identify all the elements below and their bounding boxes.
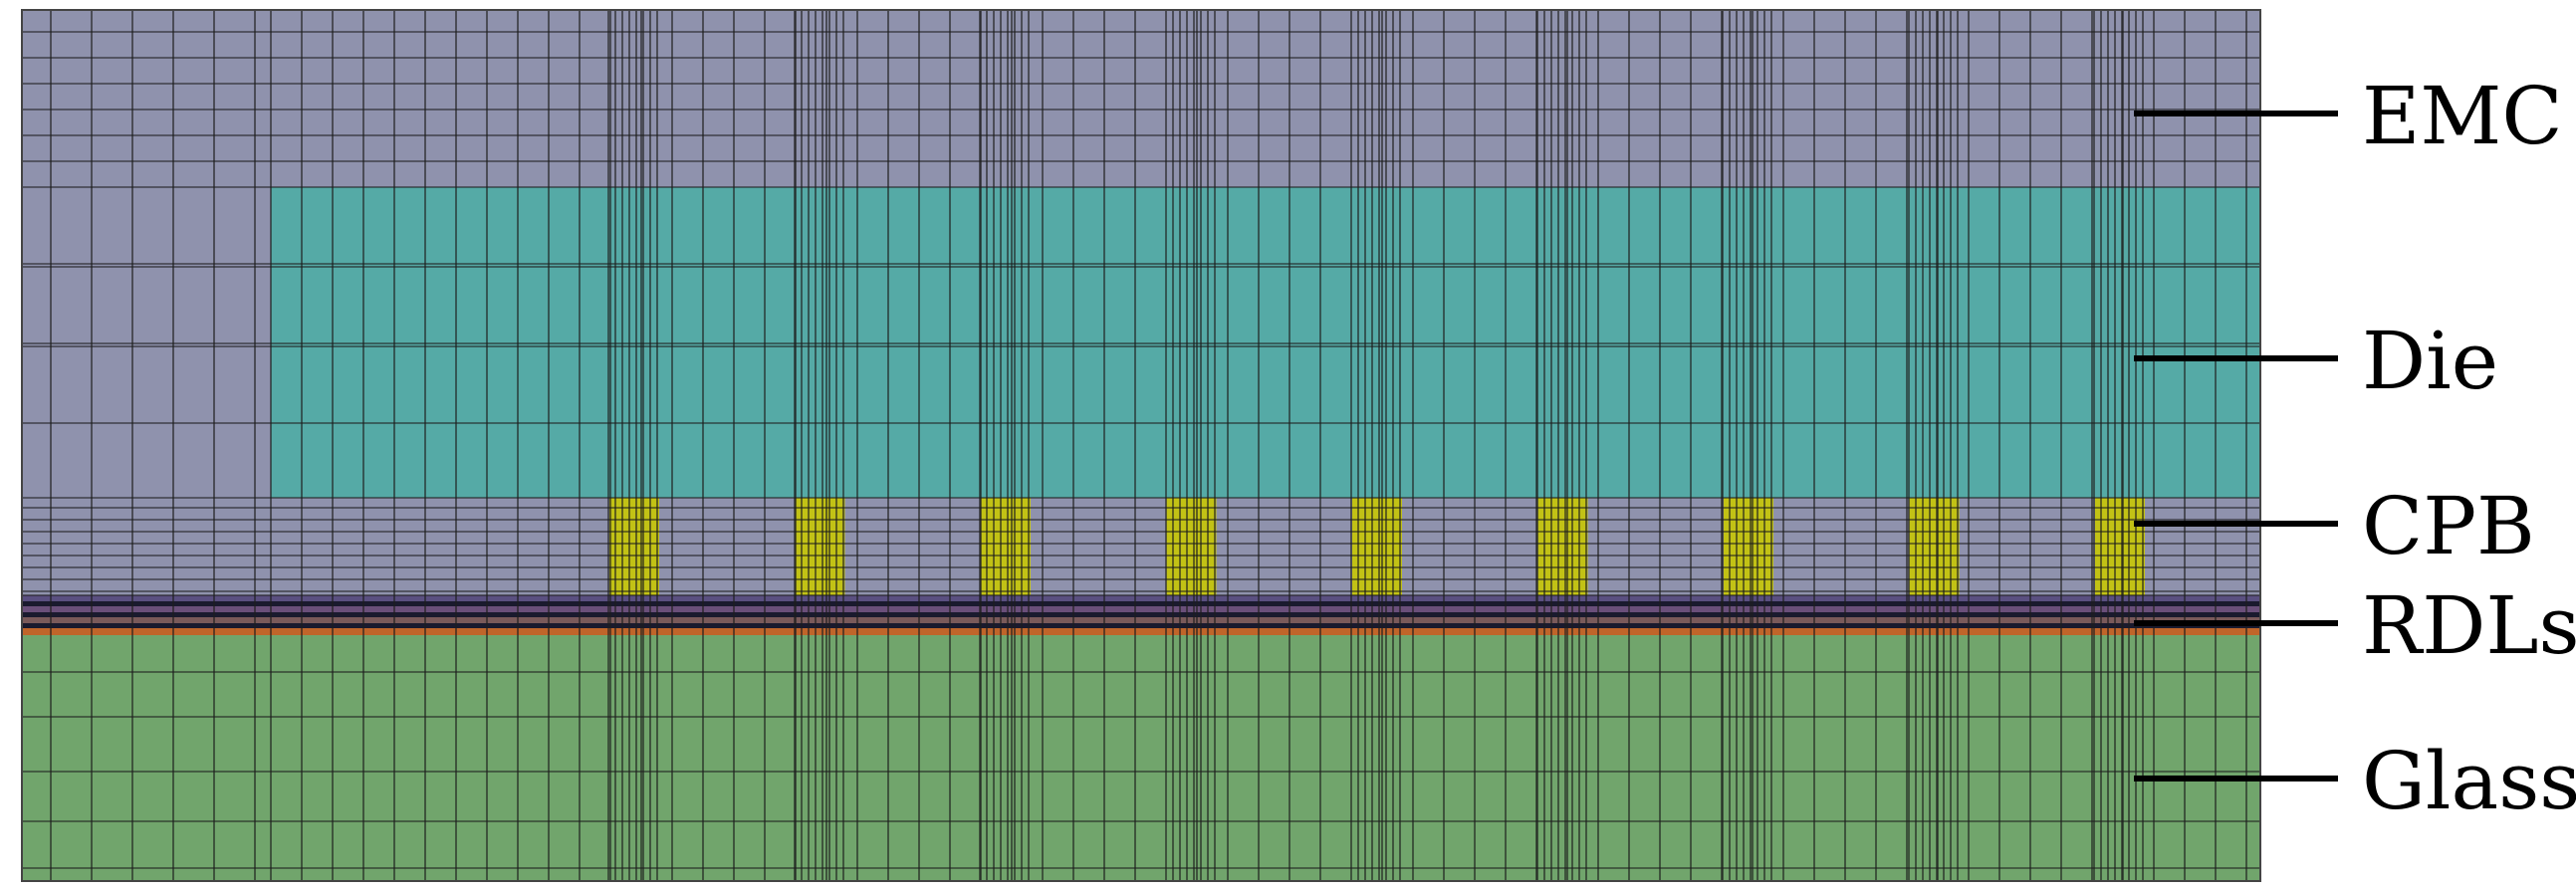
rdl-layer (22, 612, 2260, 617)
die-label: Die (2362, 315, 2498, 407)
cpb-bump (981, 498, 1031, 595)
cpb-bump (1724, 498, 1773, 595)
rdl-layer (22, 628, 2260, 635)
cpb-bump (1166, 498, 1217, 595)
cpb-bump (1352, 498, 1402, 595)
emc-side-region (22, 187, 271, 498)
cpb-bump (2095, 498, 2145, 595)
rdls-label: RDLs (2362, 579, 2576, 672)
rdl-layer (22, 606, 2260, 612)
emc-label: EMC (2362, 70, 2563, 162)
cpb-bump (795, 498, 845, 595)
cpb-label: CPB (2362, 480, 2535, 572)
rdl-layer (22, 595, 2260, 601)
cpb-bump (1537, 498, 1588, 595)
package-cross-section-diagram: EMC Die CPB RDLs Glass (21, 9, 2576, 882)
glass-label: Glass (2362, 735, 2576, 827)
rdl-layer (22, 601, 2260, 606)
cpb-bump (609, 498, 659, 595)
cpb-bumps (609, 498, 2145, 595)
cpb-bump (1909, 498, 1960, 595)
rdl-layer (22, 617, 2260, 623)
rdl-layer (22, 623, 2260, 628)
layer-stack (22, 10, 2260, 881)
die-layer (271, 187, 2260, 498)
rdl-layers (22, 595, 2260, 635)
